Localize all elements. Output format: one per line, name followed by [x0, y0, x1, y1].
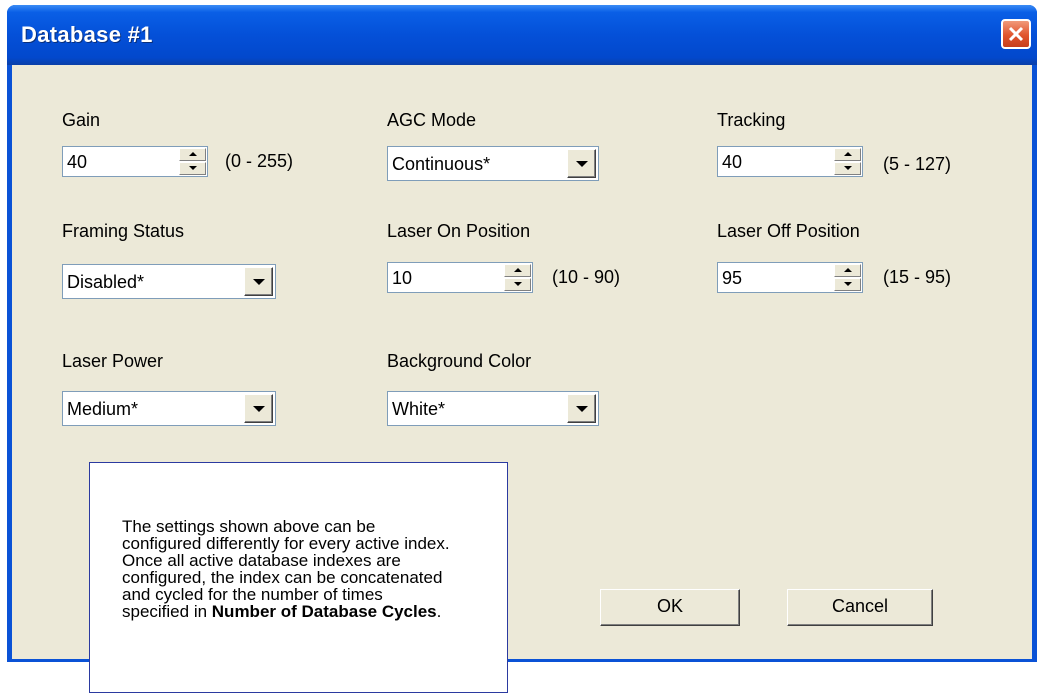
callout-text: The settings shown above can be configur… — [122, 518, 452, 620]
spin-up-button[interactable] — [179, 148, 206, 161]
framing-status-value: Disabled* — [67, 272, 145, 292]
callout-bold-term: Number of Database Cycles — [211, 602, 437, 621]
laser-off-value[interactable]: 95 — [722, 268, 742, 289]
laser-on-range: (10 - 90) — [552, 267, 621, 287]
tracking-label: Tracking — [717, 110, 786, 130]
background-color-select[interactable]: White* — [387, 391, 599, 426]
dropdown-button[interactable] — [244, 267, 273, 296]
background-color-value: White* — [392, 399, 446, 419]
callout-end: . — [436, 602, 442, 621]
tracking-range: (5 - 127) — [883, 154, 952, 174]
laser-power-select[interactable]: Medium* — [62, 391, 276, 426]
tracking-spinner[interactable]: 40 — [717, 146, 863, 177]
cancel-button[interactable]: Cancel — [787, 589, 933, 626]
laser-power-value: Medium* — [67, 399, 139, 419]
agc-mode-value: Continuous* — [392, 154, 491, 174]
agc-mode-label: AGC Mode — [387, 110, 477, 130]
spin-down-button[interactable] — [834, 278, 861, 291]
dropdown-arrow-icon — [253, 406, 265, 412]
spin-up-button[interactable] — [834, 148, 861, 161]
gain-range: (0 - 255) — [225, 151, 294, 171]
laser-off-spinner[interactable]: 95 — [717, 262, 863, 293]
laser-on-value[interactable]: 10 — [392, 268, 412, 289]
dropdown-button[interactable] — [567, 394, 596, 423]
gain-spinner[interactable]: 40 — [62, 146, 208, 177]
gain-label: Gain — [62, 110, 101, 130]
spin-up-icon — [844, 268, 852, 272]
spin-up-icon — [844, 152, 852, 156]
spin-up-icon — [189, 152, 197, 156]
laser-on-spinner[interactable]: 10 — [387, 262, 533, 293]
spin-down-icon — [514, 282, 522, 286]
spin-up-button[interactable] — [834, 264, 861, 277]
tracking-value[interactable]: 40 — [722, 152, 742, 173]
close-button[interactable] — [1001, 19, 1031, 49]
spin-down-button[interactable] — [179, 162, 206, 175]
dropdown-arrow-icon — [576, 161, 588, 167]
spin-up-button[interactable] — [504, 264, 531, 277]
close-icon — [1008, 26, 1024, 42]
laser-on-label: Laser On Position — [387, 221, 531, 241]
framing-status-label: Framing Status — [62, 221, 185, 241]
laser-off-label: Laser Off Position — [717, 221, 860, 241]
window-title: Database #1 — [21, 22, 153, 47]
spin-down-icon — [844, 166, 852, 170]
agc-mode-select[interactable]: Continuous* — [387, 146, 599, 181]
gain-value[interactable]: 40 — [67, 152, 87, 173]
spin-down-icon — [189, 166, 197, 170]
framing-status-select[interactable]: Disabled* — [62, 264, 276, 299]
callout-note: The settings shown above can be configur… — [89, 462, 508, 693]
dropdown-button[interactable] — [567, 149, 596, 178]
spin-down-button[interactable] — [504, 278, 531, 291]
dropdown-button[interactable] — [244, 394, 273, 423]
spin-down-icon — [844, 282, 852, 286]
title-bar[interactable]: Database #1 — [7, 5, 1037, 65]
dropdown-arrow-icon — [253, 279, 265, 285]
background-color-label: Background Color — [387, 351, 532, 371]
spin-up-icon — [514, 268, 522, 272]
ok-button[interactable]: OK — [600, 589, 740, 626]
laser-off-range: (15 - 95) — [883, 267, 952, 287]
laser-power-label: Laser Power — [62, 351, 164, 371]
dropdown-arrow-icon — [576, 406, 588, 412]
spin-down-button[interactable] — [834, 162, 861, 175]
